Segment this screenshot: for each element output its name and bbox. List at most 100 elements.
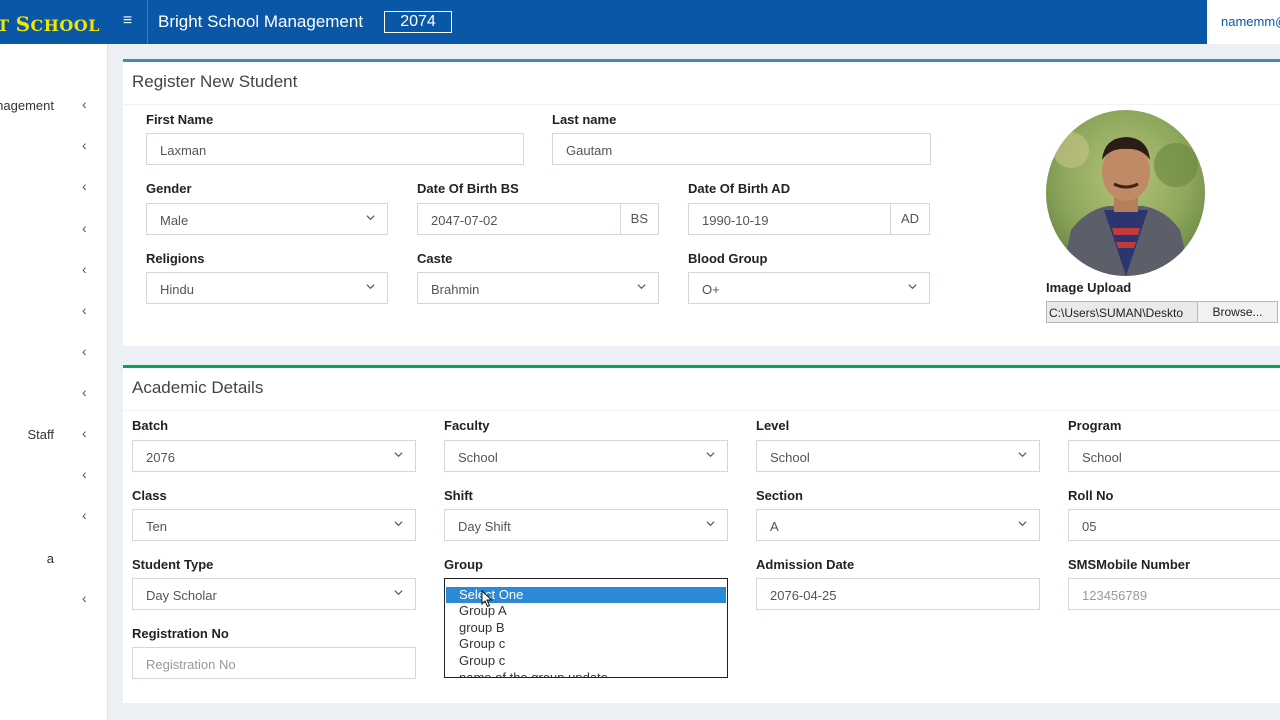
group-option[interactable]: name of the group update [446, 670, 726, 677]
sidebar-item[interactable]: ‹ [0, 466, 108, 486]
roll-no-input[interactable]: 05 [1068, 509, 1280, 541]
brand-logo[interactable]: GHT SCHOOL [0, 0, 108, 44]
brand-text: GHT SCHOOL [0, 12, 100, 36]
chevron-left-icon: ‹ [82, 137, 87, 153]
chevron-down-icon [908, 284, 917, 290]
menu-toggle-icon[interactable]: ≡ [108, 0, 148, 44]
sidebar: nagement ‹ ‹ ‹ ‹ ‹ ‹ ‹ ‹ Staff ‹ ‹ ‹ a ‹ [0, 44, 108, 720]
student-type-label: Student Type [132, 557, 214, 572]
sidebar-item-staff[interactable]: Staff ‹ [0, 425, 108, 445]
chevron-left-icon: ‹ [82, 220, 87, 236]
level-label: Level [756, 418, 790, 433]
top-navbar: ≡ Bright School Management 2074 [108, 0, 1207, 44]
chevron-left-icon: ‹ [82, 384, 87, 400]
group-label: Group [444, 557, 483, 572]
chevron-left-icon: ‹ [82, 425, 87, 441]
app-title: Bright School Management [158, 12, 364, 31]
mouse-pointer-icon [481, 590, 493, 608]
last-name-input[interactable]: Gautam [552, 133, 931, 165]
sidebar-item[interactable]: ‹ [0, 261, 108, 281]
last-name-label: Last name [552, 112, 617, 127]
chevron-down-icon [1018, 521, 1027, 527]
class-select[interactable]: Ten [132, 509, 416, 541]
user-email: namemm@ [1221, 14, 1280, 29]
sidebar-item[interactable]: ‹ [0, 302, 108, 322]
blood-group-select[interactable]: O+ [688, 272, 930, 304]
sms-mobile-input[interactable]: 123456789 [1068, 578, 1280, 610]
browse-button[interactable]: Browse... [1197, 302, 1277, 322]
sms-mobile-label: SMSMobile Number [1068, 557, 1191, 572]
ad-addon: AD [889, 204, 929, 234]
section-label: Section [756, 488, 803, 503]
admission-date-input[interactable]: 2076-04-25 [756, 578, 1040, 610]
gender-label: Gender [146, 181, 192, 196]
program-label: Program [1068, 418, 1122, 433]
sidebar-item[interactable]: ‹ [0, 590, 108, 610]
chevron-left-icon: ‹ [82, 302, 87, 318]
image-upload-field[interactable]: C:\Users\SUMAN\Deskto Browse... [1046, 301, 1278, 323]
caste-select[interactable]: Brahmin [417, 272, 659, 304]
dob-bs-input[interactable]: 2047-07-02 BS [417, 203, 659, 235]
chevron-down-icon [366, 284, 375, 290]
batch-select[interactable]: 2076 [132, 440, 416, 472]
chevron-down-icon [637, 284, 646, 290]
sidebar-item[interactable]: ‹ [0, 137, 108, 157]
sidebar-item[interactable]: a [0, 549, 108, 569]
religions-select[interactable]: Hindu [146, 272, 388, 304]
sidebar-item[interactable]: ‹ [0, 343, 108, 363]
caste-label: Caste [417, 251, 453, 266]
chevron-down-icon [706, 521, 715, 527]
panel-title: Register New Student [132, 72, 298, 91]
faculty-select[interactable]: School [444, 440, 728, 472]
program-select[interactable]: School [1068, 440, 1280, 472]
group-option[interactable]: group B [446, 620, 726, 636]
admission-date-label: Admission Date [756, 557, 855, 572]
student-type-select[interactable]: Day Scholar [132, 578, 416, 610]
dob-ad-input[interactable]: 1990-10-19 AD [688, 203, 930, 235]
registration-no-input[interactable]: Registration No [132, 647, 416, 679]
chevron-down-icon [394, 452, 403, 458]
section-select[interactable]: A [756, 509, 1040, 541]
chevron-down-icon [394, 590, 403, 596]
upload-file-path: C:\Users\SUMAN\Deskto [1049, 306, 1184, 320]
sidebar-item[interactable]: ‹ [0, 178, 108, 198]
dob-bs-label: Date Of Birth BS [417, 181, 519, 196]
chevron-down-icon [706, 452, 715, 458]
chevron-left-icon: ‹ [82, 466, 87, 482]
faculty-label: Faculty [444, 418, 490, 433]
group-option[interactable]: Group c [446, 653, 726, 669]
gender-select[interactable]: Male [146, 203, 388, 235]
chevron-left-icon: ‹ [82, 96, 87, 112]
sidebar-item[interactable]: ‹ [0, 220, 108, 240]
panel-title: Academic Details [132, 378, 264, 397]
religions-label: Religions [146, 251, 205, 266]
registration-no-label: Registration No [132, 626, 229, 641]
chevron-left-icon: ‹ [82, 178, 87, 194]
bs-addon: BS [619, 204, 658, 234]
shift-select[interactable]: Day Shift [444, 509, 728, 541]
sidebar-item[interactable]: ‹ [0, 507, 108, 527]
first-name-label: First Name [146, 112, 214, 127]
sidebar-item[interactable]: nagement ‹ [0, 96, 108, 116]
chevron-left-icon: ‹ [82, 507, 87, 523]
chevron-left-icon: ‹ [82, 261, 87, 277]
chevron-left-icon: ‹ [82, 343, 87, 359]
batch-label: Batch [132, 418, 169, 433]
blood-group-label: Blood Group [688, 251, 768, 266]
roll-no-label: Roll No [1068, 488, 1114, 503]
chevron-down-icon [366, 215, 375, 221]
chevron-left-icon: ‹ [82, 590, 87, 606]
fiscal-year-badge[interactable]: 2074 [384, 11, 452, 33]
chevron-down-icon [394, 521, 403, 527]
image-upload-label: Image Upload [1046, 280, 1132, 295]
sidebar-item[interactable]: ‹ [0, 384, 108, 404]
shift-label: Shift [444, 488, 473, 503]
chevron-down-icon [1018, 452, 1027, 458]
first-name-input[interactable]: Laxman [146, 133, 524, 165]
dob-ad-label: Date Of Birth AD [688, 181, 791, 196]
level-select[interactable]: School [756, 440, 1040, 472]
group-option[interactable]: Group c [446, 636, 726, 652]
user-menu[interactable]: namemm@ [1207, 0, 1280, 44]
student-photo [1046, 110, 1205, 276]
class-label: Class [132, 488, 167, 503]
